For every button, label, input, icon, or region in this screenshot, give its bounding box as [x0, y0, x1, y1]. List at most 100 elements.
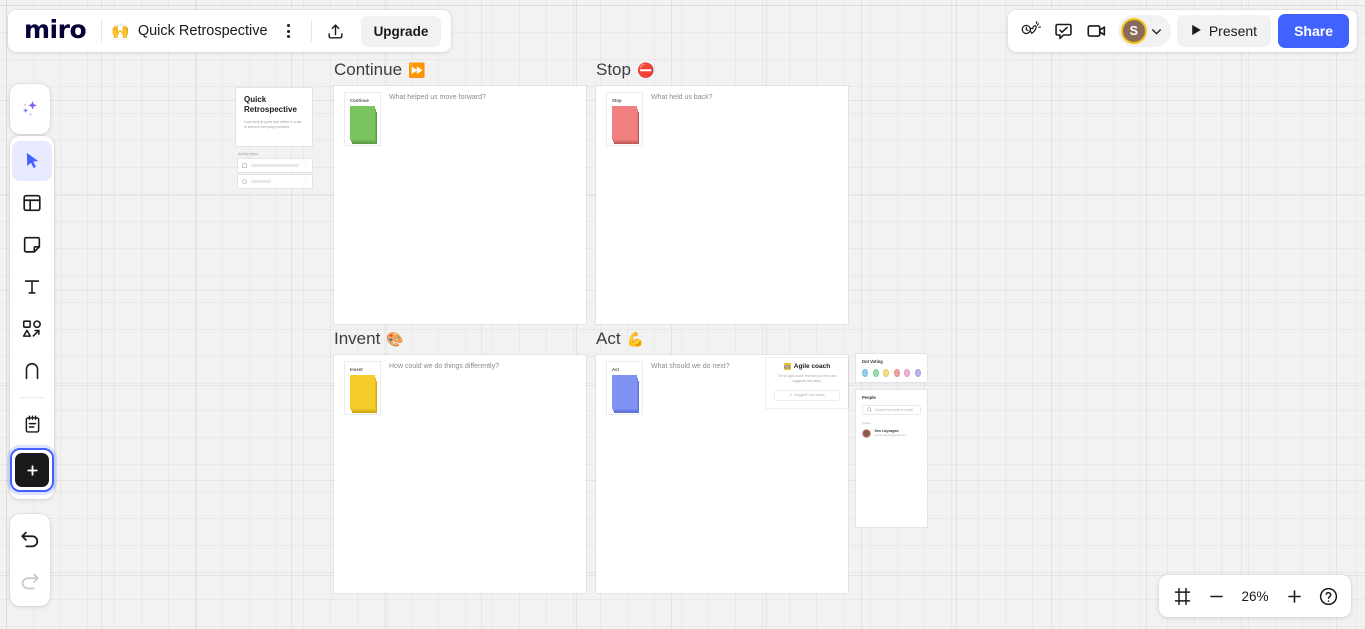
zoom-in-button[interactable]	[1279, 581, 1309, 611]
share-button[interactable]: Share	[1278, 14, 1349, 48]
note-icon	[242, 163, 247, 168]
frame-label: Act	[596, 329, 621, 348]
frame-prompt-act: What should we do next?	[651, 363, 730, 370]
sticky-label: Stop	[612, 98, 622, 103]
reactions-button[interactable]	[1016, 16, 1046, 46]
board-menu-button[interactable]	[276, 18, 302, 44]
sticky-label: Act	[612, 367, 620, 372]
more-apps-tool[interactable]	[10, 448, 54, 492]
dot-voting-title: Dot Voting	[862, 359, 883, 364]
frame-stop[interactable]: Stop What held us back?	[596, 86, 848, 324]
flexed-biceps-icon: 💪	[626, 330, 644, 347]
select-tool[interactable]	[12, 141, 52, 181]
pen-tool[interactable]	[12, 351, 52, 391]
vote-dot-purple[interactable]	[914, 369, 921, 377]
list-item[interactable]: ⋮	[238, 175, 312, 188]
frame-label: Continue	[334, 60, 403, 79]
placeholder-bar	[251, 180, 271, 183]
frame-prompt-continue: What helped us move forward?	[389, 94, 486, 101]
miro-logo[interactable]: miro	[18, 17, 92, 45]
suggest-next-steps-button[interactable]: ✦ Suggest next steps	[774, 389, 840, 401]
undo-tool[interactable]	[10, 519, 50, 559]
agile-coach-description: The AI agile coach reviews your retro an…	[777, 374, 837, 384]
preview-steps-heading: Activity steps	[238, 152, 258, 156]
list-item[interactable]: ⋮	[238, 159, 312, 172]
sticky-note-stop[interactable]	[612, 106, 639, 144]
vote-dot-red[interactable]	[893, 369, 900, 377]
dot-voting-colors[interactable]	[862, 369, 921, 377]
people-title: People	[862, 395, 876, 400]
vote-dot-blue[interactable]	[862, 369, 869, 377]
zoom-bar: 26%	[1159, 575, 1351, 617]
avatar	[862, 429, 871, 438]
comment-button[interactable]	[1049, 16, 1079, 46]
zoom-level-label[interactable]: 26%	[1235, 589, 1275, 604]
present-label: Present	[1208, 23, 1258, 39]
collaborator-avatars[interactable]: S	[1117, 15, 1171, 47]
frame-title-act: Act 💪	[596, 329, 644, 349]
sticky-note-tool[interactable]	[12, 225, 52, 265]
toolbar-main-group	[10, 136, 54, 499]
robot-icon: 🤖	[783, 363, 791, 370]
list-item[interactable]: Sen Laysagan senlaysagan@gmail.com	[862, 429, 921, 438]
export-button[interactable]	[321, 16, 351, 46]
people-search-input[interactable]: Search by name or email	[862, 405, 921, 415]
sticky-card-act[interactable]: Act	[606, 361, 643, 415]
board-preview-steps[interactable]: Activity steps ⋮ ⋮	[238, 152, 312, 191]
page-title[interactable]: Quick Retrospective	[136, 23, 270, 39]
text-tool[interactable]	[12, 267, 52, 307]
fit-to-screen-button[interactable]	[1167, 581, 1197, 611]
artist-palette-icon: 🎨	[386, 330, 404, 347]
help-button[interactable]	[1313, 581, 1343, 611]
frame-invent[interactable]: Invent How could we do things differentl…	[334, 355, 586, 593]
preview-card-title: Quick Retrospective	[244, 95, 297, 114]
row-menu-icon[interactable]: ⋮	[303, 163, 308, 169]
sticky-card-stop[interactable]: Stop	[606, 92, 643, 146]
chevron-down-icon[interactable]	[1148, 25, 1166, 38]
frame-prompt-invent: How could we do things differently?	[389, 363, 499, 370]
vote-dot-yellow[interactable]	[883, 369, 890, 377]
frame-label: Stop	[596, 60, 631, 79]
agile-coach-panel[interactable]: 🤖 Agile coach The AI agile coach reviews…	[766, 358, 848, 408]
raised-hands-icon: 🙌	[111, 22, 130, 40]
preview-card-description: Look back at sprint and reflect in order…	[244, 120, 302, 130]
frame-title-invent: Invent 🎨	[334, 329, 404, 349]
upgrade-button[interactable]: Upgrade	[360, 15, 442, 47]
shapes-tool[interactable]	[12, 309, 52, 349]
templates-tool[interactable]	[12, 183, 52, 223]
avatar[interactable]: S	[1120, 18, 1147, 44]
sticky-note-continue[interactable]	[350, 106, 377, 144]
sticky-note-act[interactable]	[612, 375, 639, 413]
frame-title-stop: Stop ⛔	[596, 60, 654, 80]
sticky-card-continue[interactable]: Continue	[344, 92, 381, 146]
sticky-label: Continue	[350, 98, 369, 103]
sticky-note-invent[interactable]	[350, 375, 377, 413]
sticky-label: Invent	[350, 367, 363, 372]
agile-coach-header: 🤖 Agile coach	[783, 363, 830, 370]
present-button[interactable]: Present	[1176, 15, 1272, 47]
toolbar-history-group	[10, 514, 50, 606]
people-panel[interactable]: People Search by name or email Online Se…	[856, 390, 927, 527]
frame-continue[interactable]: Continue What helped us move forward?	[334, 86, 586, 324]
top-bar-right: S Present Share	[1007, 10, 1357, 52]
vote-dot-pink[interactable]	[904, 369, 911, 377]
row-menu-icon[interactable]: ⋮	[303, 179, 308, 185]
divider	[101, 20, 103, 42]
sticky-card-invent[interactable]: Invent	[344, 361, 381, 415]
board-preview-card[interactable]: Quick Retrospective Look back at sprint …	[236, 88, 312, 146]
notes-tool[interactable]	[12, 404, 52, 444]
top-bar-left: miro 🙌 Quick Retrospective Upgrade	[8, 10, 452, 52]
plus-square-icon	[15, 453, 49, 487]
redo-tool[interactable]	[10, 561, 50, 601]
zoom-out-button[interactable]	[1201, 581, 1231, 611]
ai-tool[interactable]	[10, 89, 50, 129]
clock-icon	[242, 179, 247, 184]
dot-voting-panel[interactable]: Dot Voting	[856, 354, 927, 382]
frame-title-continue: Continue ⏩	[334, 60, 426, 80]
divider	[20, 397, 44, 398]
divider	[310, 20, 312, 42]
video-call-button[interactable]	[1082, 16, 1112, 46]
suggest-next-steps-label: Suggest next steps	[794, 393, 825, 398]
people-section-label: Online	[862, 421, 871, 425]
vote-dot-green[interactable]	[872, 369, 879, 377]
